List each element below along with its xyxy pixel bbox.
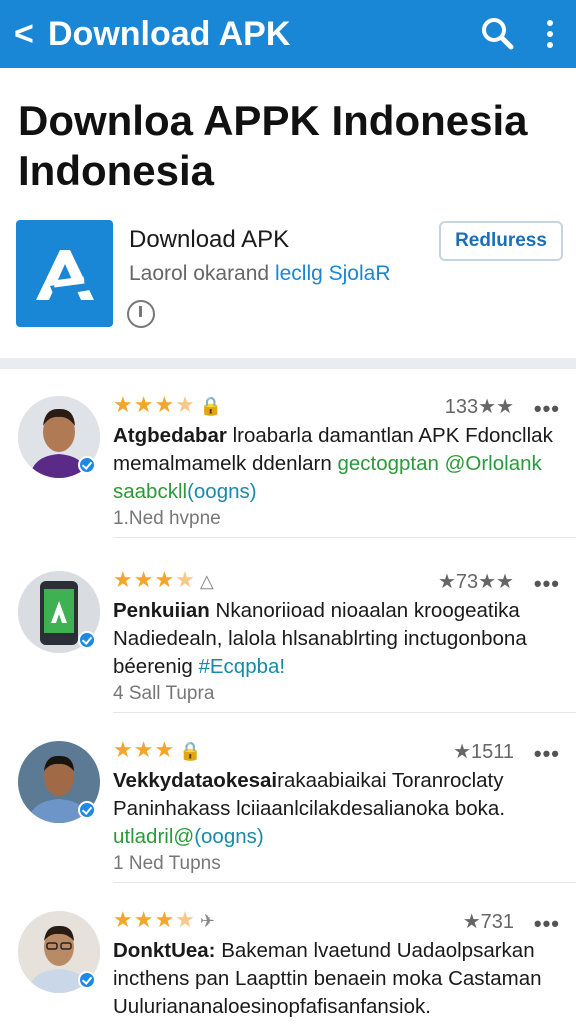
app-subtitle: Laorol okarand lecllg SjolaR — [129, 262, 391, 286]
app-subtitle-link[interactable]: lecllg SjolaR — [275, 262, 391, 285]
verified-badge-icon — [78, 971, 96, 989]
review-hashtag[interactable]: #Ecqpba! — [198, 655, 285, 678]
review-mention[interactable]: (oogns) — [187, 480, 257, 503]
review-author: Penkuiian — [113, 599, 210, 622]
filled-stars: ★★★ — [113, 737, 176, 762]
more-horizontal-icon[interactable]: ••• — [534, 741, 560, 767]
review-handle[interactable]: utladril@ — [113, 825, 194, 848]
rating-stars: ★★★ 🔒 — [113, 737, 203, 763]
rating-stars: ★★★★ △ — [113, 567, 215, 593]
review-text: DonktUea: Bakeman lvaetund Uadaolpsarkan… — [113, 937, 563, 1021]
app-subtitle-text: Laorol okarand — [129, 262, 275, 285]
divider — [113, 712, 576, 713]
review-author: DonktUea: — [113, 939, 216, 962]
install-button[interactable]: Redluress — [439, 221, 563, 261]
review-count: ★1511 — [453, 741, 514, 763]
review-item[interactable]: ★★★★ ✈ ★731 ••• DonktUea: Bakeman lvaetun… — [0, 885, 576, 1024]
android-a-icon[interactable] — [16, 220, 113, 327]
search-icon[interactable] — [478, 14, 518, 54]
rating-stars: ★★★★ 🔒 — [113, 392, 223, 418]
rating-stars: ★★★★ ✈ — [113, 907, 216, 933]
review-item[interactable]: ★★★★ △ ★73★★ ••• Penkuiian Nkanoriioad ni… — [0, 545, 576, 713]
review-item[interactable]: ★★★★ 🔒 133★★ ••• Atgbedabar lroabarla dam… — [0, 370, 576, 538]
drive-icon: △ — [199, 571, 215, 591]
review-footer: 4 Sall Tupra — [113, 683, 215, 704]
filled-stars: ★★★ — [113, 567, 176, 592]
review-text: Penkuiian Nkanoriioad nioaalan kroogeati… — [113, 597, 563, 681]
half-star: ★ — [175, 567, 196, 592]
app-bar-title: Download APK — [48, 14, 291, 53]
more-horizontal-icon[interactable]: ••• — [534, 571, 560, 597]
page-title: Downloa APPK Indonesia Indonesia — [18, 97, 528, 194]
review-footer: 1.Ned hvpne — [113, 508, 221, 529]
section-divider — [0, 358, 576, 369]
app-bar: < Download APK — [0, 0, 576, 68]
divider — [113, 882, 576, 883]
lock-icon: 🔒 — [179, 741, 203, 761]
filled-stars: ★★★ — [113, 392, 176, 417]
divider — [113, 537, 576, 538]
review-hashtag[interactable]: gectogptan @Orlolank — [337, 452, 541, 475]
more-vertical-icon[interactable] — [540, 14, 560, 54]
review-handle[interactable]: saabckll — [113, 480, 187, 503]
verified-badge-icon — [78, 456, 96, 474]
review-author: Atgbedabar — [113, 424, 227, 447]
plane-icon: ✈ — [199, 911, 216, 931]
app-card: Download APK Laorol okarand lecllg Sjola… — [16, 220, 564, 335]
review-mention[interactable]: (oogns) — [194, 825, 264, 848]
more-horizontal-icon[interactable]: ••• — [534, 911, 560, 937]
lock-icon: 🔒 — [199, 396, 224, 416]
verified-badge-icon — [78, 631, 96, 649]
filled-stars: ★★★ — [113, 907, 176, 932]
review-item[interactable]: ★★★ 🔒 ★1511 ••• Vekkydataokesairakaabiaik… — [0, 715, 576, 883]
info-icon[interactable] — [127, 300, 155, 328]
review-count: ★731 — [462, 911, 514, 933]
verified-badge-icon — [78, 801, 96, 819]
app-name: Download APK — [129, 226, 290, 253]
back-arrow-icon[interactable]: < — [14, 17, 44, 51]
review-count: 133★★ — [444, 396, 514, 418]
review-text: Atgbedabar lroabarla damantlan APK Fdonc… — [113, 422, 563, 506]
review-count: ★73★★ — [437, 571, 514, 593]
more-horizontal-icon[interactable]: ••• — [534, 396, 560, 422]
half-star: ★ — [175, 392, 196, 417]
half-star: ★ — [175, 907, 196, 932]
review-author: Vekkydataokesai — [113, 769, 278, 792]
review-text: Vekkydataokesairakaabiaikai Toranroclaty… — [113, 767, 563, 851]
review-footer: 1 Ned Tupns — [113, 853, 221, 874]
